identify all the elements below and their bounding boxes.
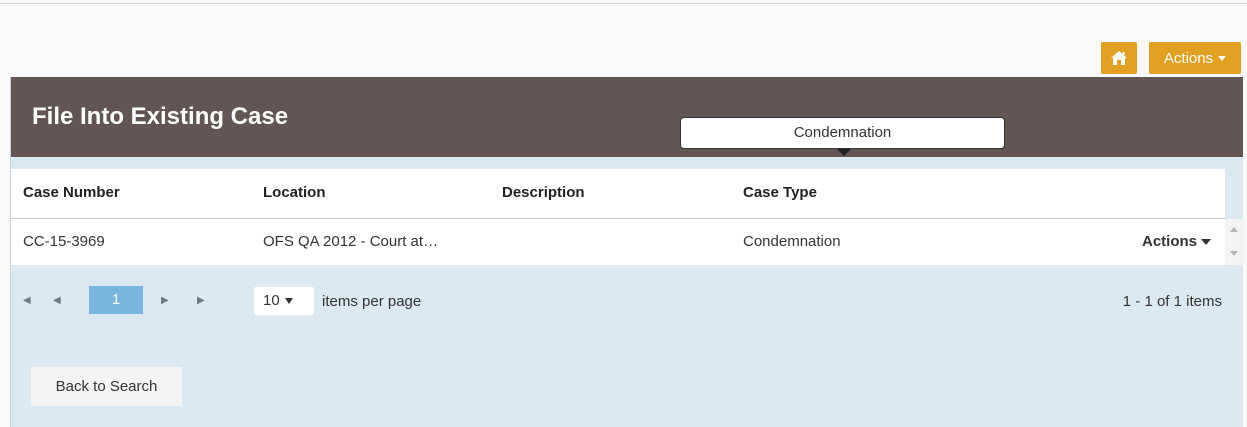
row-actions-label: Actions: [1141, 233, 1197, 250]
page-size-select[interactable]: 10: [254, 287, 314, 315]
case-grid: Case Number Location Description Case Ty…: [11, 169, 1225, 265]
row-actions-button[interactable]: Actions: [1142, 233, 1211, 250]
scroll-down-icon[interactable]: [1230, 251, 1238, 256]
panel-header: File Into Existing Case: [11, 77, 1243, 157]
column-header-case-type[interactable]: Case Type: [743, 184, 817, 201]
page-size-value: 10: [263, 292, 280, 309]
cell-case-number: CC-15-3969: [23, 233, 105, 250]
cell-case-type: Condemnation: [743, 233, 841, 250]
prev-page-icon[interactable]: ◀: [53, 295, 61, 306]
top-divider: [0, 3, 1247, 4]
column-header-description[interactable]: Description: [502, 184, 585, 201]
tooltip-text: Condemnation: [793, 124, 892, 141]
grid-scrollbar[interactable]: [1225, 219, 1244, 265]
per-page-label: items per page: [322, 293, 422, 310]
actions-menu-button[interactable]: Actions: [1149, 42, 1241, 74]
column-header-location[interactable]: Location: [263, 184, 326, 201]
pager: ◀ ◀ 1 ▶ ▶ 10 items per page 1 - 1 of 1 i…: [11, 283, 1244, 317]
caret-down-icon: [1201, 239, 1211, 246]
pager-info: 1 - 1 of 1 items: [1122, 293, 1222, 310]
cell-location: OFS QA 2012 - Court at…: [263, 233, 439, 250]
file-into-case-panel: File Into Existing Case Case Number Loca…: [10, 77, 1244, 427]
next-page-icon[interactable]: ▶: [161, 295, 169, 306]
tooltip-arrow: [837, 149, 851, 156]
grid-header: Case Number Location Description Case Ty…: [11, 169, 1225, 219]
table-row[interactable]: CC-15-3969 OFS QA 2012 - Court at… Conde…: [11, 219, 1225, 265]
back-to-search-button[interactable]: Back to Search: [31, 367, 182, 406]
home-button[interactable]: [1101, 42, 1137, 74]
case-type-tooltip: Condemnation: [680, 117, 1005, 156]
caret-down-icon: [1218, 55, 1227, 61]
caret-down-icon: [284, 298, 293, 305]
top-toolbar: Actions: [1101, 42, 1241, 74]
actions-menu-label: Actions: [1163, 49, 1214, 67]
last-page-icon[interactable]: ▶: [197, 295, 205, 306]
column-header-case-number[interactable]: Case Number: [23, 184, 120, 201]
scroll-up-icon[interactable]: [1230, 227, 1238, 232]
page-title: File Into Existing Case: [32, 103, 289, 130]
first-page-icon[interactable]: ◀: [23, 295, 33, 306]
page-button-current[interactable]: 1: [89, 286, 143, 314]
home-icon: [1111, 51, 1127, 65]
